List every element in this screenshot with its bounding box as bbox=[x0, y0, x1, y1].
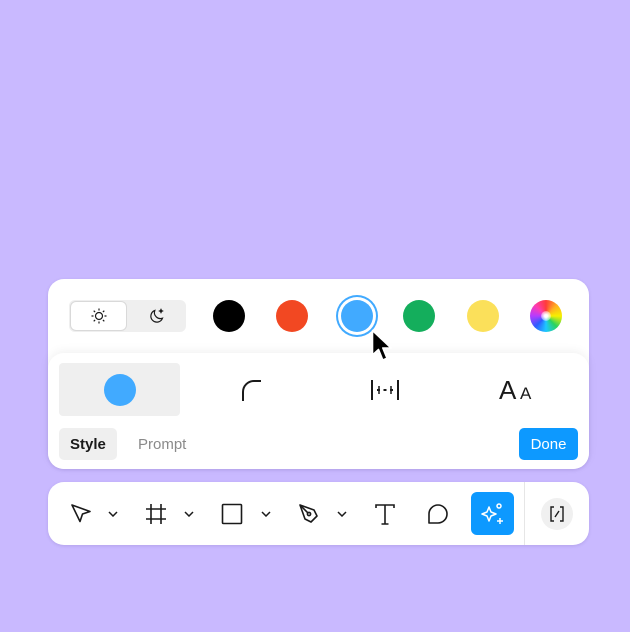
rectangle-tool[interactable] bbox=[216, 498, 248, 530]
color-swatch-black[interactable] bbox=[213, 300, 245, 332]
dev-mode-toggle[interactable] bbox=[541, 498, 573, 530]
chevron-down-icon bbox=[184, 511, 194, 517]
spacing-icon bbox=[370, 379, 399, 400]
ai-sparkle-icon bbox=[480, 502, 503, 524]
frame-tool[interactable] bbox=[140, 498, 172, 530]
svg-text:A: A bbox=[499, 375, 517, 405]
moon-icon bbox=[149, 308, 164, 323]
move-tool[interactable] bbox=[65, 498, 97, 530]
typography-option[interactable]: A A bbox=[457, 363, 578, 416]
color-swatch-green[interactable] bbox=[403, 300, 435, 332]
sun-icon bbox=[91, 308, 106, 324]
text-icon bbox=[375, 504, 395, 525]
theme-toggle bbox=[69, 300, 186, 332]
done-button[interactable]: Done bbox=[519, 428, 578, 460]
pen-tool-menu[interactable] bbox=[336, 508, 348, 520]
comment-icon bbox=[428, 504, 448, 524]
fill-color-option[interactable] bbox=[59, 363, 180, 416]
color-style-panel: A A Style Prompt Done bbox=[48, 279, 589, 469]
tab-prompt[interactable]: Prompt bbox=[127, 428, 197, 460]
spacing-option[interactable] bbox=[324, 363, 445, 416]
dark-theme-button[interactable] bbox=[129, 302, 184, 330]
corner-radius-icon bbox=[241, 379, 261, 401]
frame-icon bbox=[146, 504, 166, 524]
frame-tool-menu[interactable] bbox=[183, 508, 195, 520]
comment-tool[interactable] bbox=[422, 498, 454, 530]
fill-color-icon bbox=[103, 373, 136, 406]
chevron-down-icon bbox=[337, 511, 347, 517]
rectangle-icon bbox=[221, 503, 243, 525]
mouse-pointer-icon bbox=[371, 329, 392, 361]
chevron-down-icon bbox=[261, 511, 271, 517]
shape-tool-menu[interactable] bbox=[260, 508, 272, 520]
style-options-card: A A Style Prompt Done bbox=[48, 353, 589, 469]
chevron-down-icon bbox=[108, 511, 118, 517]
bottom-toolbar bbox=[48, 482, 589, 545]
ai-tool-button[interactable] bbox=[471, 492, 514, 535]
dev-mode-icon bbox=[550, 506, 564, 522]
light-theme-button[interactable] bbox=[71, 302, 126, 330]
color-swatch-yellow[interactable] bbox=[467, 300, 499, 332]
text-tool[interactable] bbox=[369, 498, 401, 530]
color-swatch-red[interactable] bbox=[276, 300, 308, 332]
color-swatch-blue[interactable] bbox=[341, 300, 373, 332]
toolbar-divider bbox=[524, 482, 525, 545]
pen-icon bbox=[299, 504, 318, 523]
tab-style[interactable]: Style bbox=[59, 428, 117, 460]
move-icon bbox=[71, 504, 91, 523]
corner-radius-option[interactable] bbox=[191, 363, 312, 416]
typography-icon: A A bbox=[499, 375, 532, 405]
pen-tool[interactable] bbox=[293, 498, 325, 530]
svg-text:A: A bbox=[520, 384, 532, 403]
move-tool-menu[interactable] bbox=[107, 508, 119, 520]
color-swatch-rainbow[interactable] bbox=[530, 300, 562, 332]
